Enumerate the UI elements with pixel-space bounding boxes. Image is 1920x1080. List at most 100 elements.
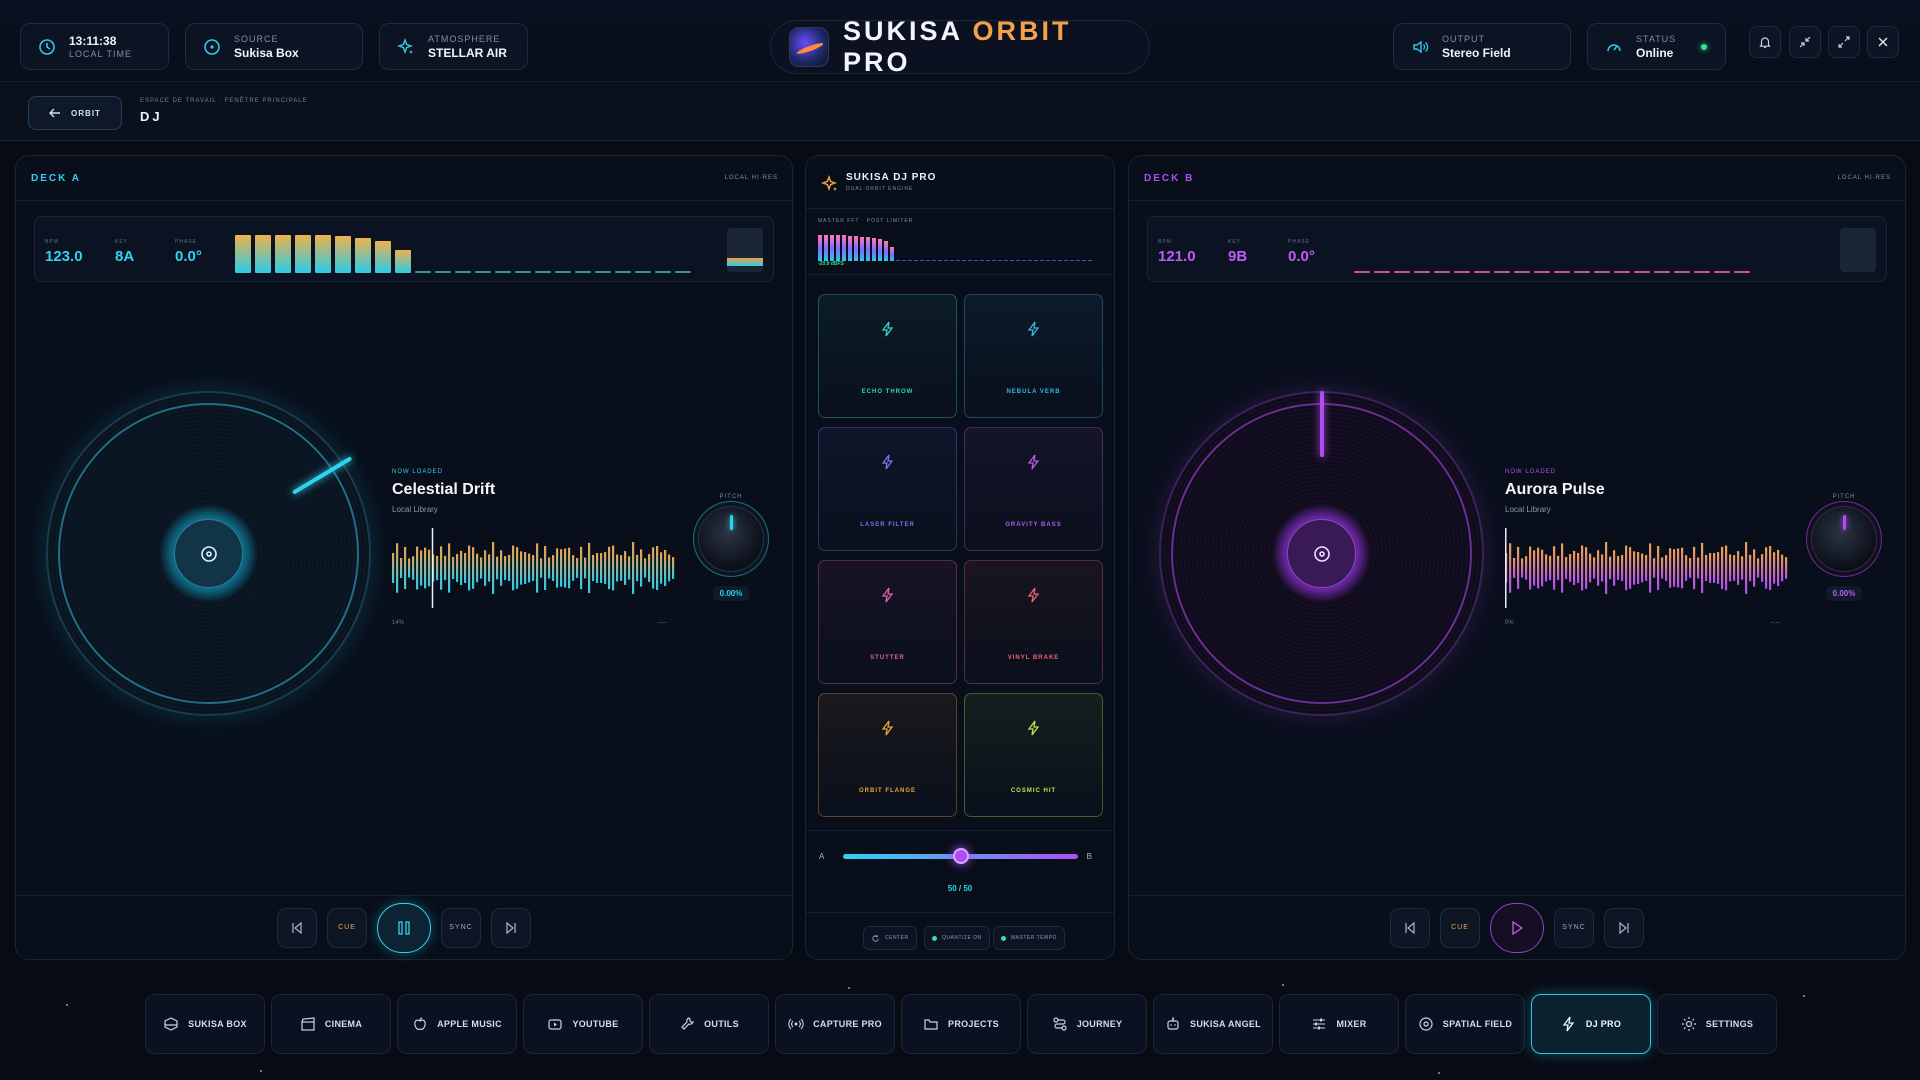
source-label: SOURCE [234,33,279,44]
waveform-bar [1605,542,1608,594]
deck-a-next-button[interactable] [491,907,531,948]
fft-bar [860,237,864,261]
waveform-bar [1737,551,1740,585]
fx-pad-gravity-bass[interactable]: GRAVITY BASS [964,427,1103,551]
fft-bar [998,260,1002,261]
sparkle-icon [820,174,839,198]
deck-a-pitch-knob[interactable] [698,506,764,572]
deck-a-waveform[interactable] [392,528,679,608]
nav-dj-pro[interactable]: DJ PRO [1531,994,1651,1054]
waveform-bar [1661,557,1664,579]
deck-a-cue-button[interactable]: CUE [327,907,367,948]
expand-icon[interactable] [1828,26,1860,58]
crossfader-thumb[interactable] [952,848,969,864]
fft-bar [848,236,852,261]
deck-a-vinyl-icon [174,519,243,588]
waveform-bar [1705,554,1708,582]
nav-sukisa-angel[interactable]: SUKISA ANGEL [1153,994,1273,1054]
deck-b-next-button[interactable] [1604,907,1644,948]
nav-label: MIXER [1336,1019,1367,1029]
deck-b-previous-button[interactable] [1390,907,1430,948]
deck-b-bpm: 121.0 [1158,248,1196,265]
waveform-bar [592,554,595,582]
waveform-bar [1721,546,1724,590]
deck-a-now-loaded: NOW LOADED [392,469,444,475]
nav-youtube[interactable]: YOUTUBE [523,994,643,1054]
deck-a-platter[interactable] [46,391,371,716]
nav-sukisa-box[interactable]: SUKISA BOX [145,994,265,1054]
waveform-bar [572,555,575,581]
nav-spatial-field[interactable]: SPATIAL FIELD [1405,994,1525,1054]
master-tempo-chip[interactable]: MASTER TEMPO [993,926,1065,950]
back-button[interactable]: ORBIT [28,96,122,130]
deck-b-platter[interactable] [1159,391,1484,716]
fx-pad-laser-filter[interactable]: LASER FILTER [818,427,957,551]
bell-icon[interactable] [1749,26,1781,58]
waveform-bar [584,557,587,579]
nav-journey[interactable]: JOURNEY [1027,994,1147,1054]
deck-a-pause-button[interactable] [377,902,431,953]
nav-projects[interactable]: PROJECTS [901,994,1021,1054]
close-icon[interactable] [1867,26,1899,58]
nav-settings[interactable]: SETTINGS [1657,994,1777,1054]
atmosphere-pill[interactable]: ATMOSPHERE STELLAR AIR [379,23,528,70]
waveform-playhead [431,528,434,608]
deck-a-sync-button[interactable]: SYNC [441,907,481,948]
app-logo: SUKISA ORBIT PRO [770,16,1150,77]
deck-a-source: LOCAL HI-RES [724,175,778,181]
waveform-bar [640,549,643,587]
nav-label: SUKISA BOX [188,1019,247,1029]
deck-b-waveform[interactable] [1505,528,1792,608]
waveform-bar [1645,555,1648,581]
waveform-bar [1741,556,1744,580]
waveform-bar [1633,551,1636,585]
nav-mixer[interactable]: MIXER [1279,994,1399,1054]
waveform-bar [496,556,499,580]
deck-b-meter: BPM 121.0 KEY 9B PHASE 0.0° [1147,216,1887,282]
deck-a-bpm-label: BPM [45,239,59,245]
nav-cinema[interactable]: CINEMA [271,994,391,1054]
deck-a-library: Local Library [392,505,438,514]
waveform-bar [444,555,447,581]
clock-icon [37,37,57,57]
source-pill[interactable]: SOURCE Sukisa Box [185,23,363,70]
fx-pad-vinyl-brake[interactable]: VINYL BRAKE [964,560,1103,684]
waveform-bar [460,550,463,586]
waveform-bar [616,554,619,582]
fx-pad-echo-throw[interactable]: ECHO THROW [818,294,957,418]
nav-outils[interactable]: OUTILS [649,994,769,1054]
deck-b-phase-label: PHASE [1288,239,1310,245]
nav-capture-pro[interactable]: CAPTURE PRO [775,994,895,1054]
deck-b-cue-button[interactable]: CUE [1440,907,1480,948]
nav-apple-music[interactable]: APPLE MUSIC [397,994,517,1054]
deck-b-play-button[interactable] [1490,902,1544,953]
waveform-bar [1597,550,1600,586]
fx-pad-nebula-verb[interactable]: NEBULA VERB [964,294,1103,418]
waveform-bar [528,553,531,583]
waveform-bar [424,547,427,589]
deck-b-playhead-marker [1320,391,1324,457]
fx-pad-cosmic-hit[interactable]: COSMIC HIT [964,693,1103,817]
deck-a-previous-button[interactable] [277,907,317,948]
skip-forward-icon [506,921,516,934]
deck-b-sync-button[interactable]: SYNC [1554,907,1594,948]
fft-bar [1040,260,1044,261]
nav-label: SETTINGS [1705,1019,1754,1029]
deck-b-pitch-knob[interactable] [1811,506,1877,572]
deck-b-position: 0% [1505,620,1514,626]
fx-pad-stutter[interactable]: STUTTER [818,560,957,684]
skip-back-icon [292,921,302,934]
fft-bar [890,247,894,261]
quantize-chip[interactable]: QUANTIZE ON [924,926,990,950]
waveform-bar [412,556,415,580]
minimize-icon[interactable] [1789,26,1821,58]
fx-pad-orbit-flange[interactable]: ORBIT FLANGE [818,693,957,817]
waveform-bar [608,546,611,590]
waveform-bar [472,547,475,589]
fft-bar [992,260,996,261]
center-chip[interactable]: CENTER [863,926,917,950]
waveform-bar [648,554,651,582]
fft-bar [1004,260,1008,261]
output-pill[interactable]: OUTPUT Stereo Field [1393,23,1571,70]
fft-bar [974,260,978,261]
